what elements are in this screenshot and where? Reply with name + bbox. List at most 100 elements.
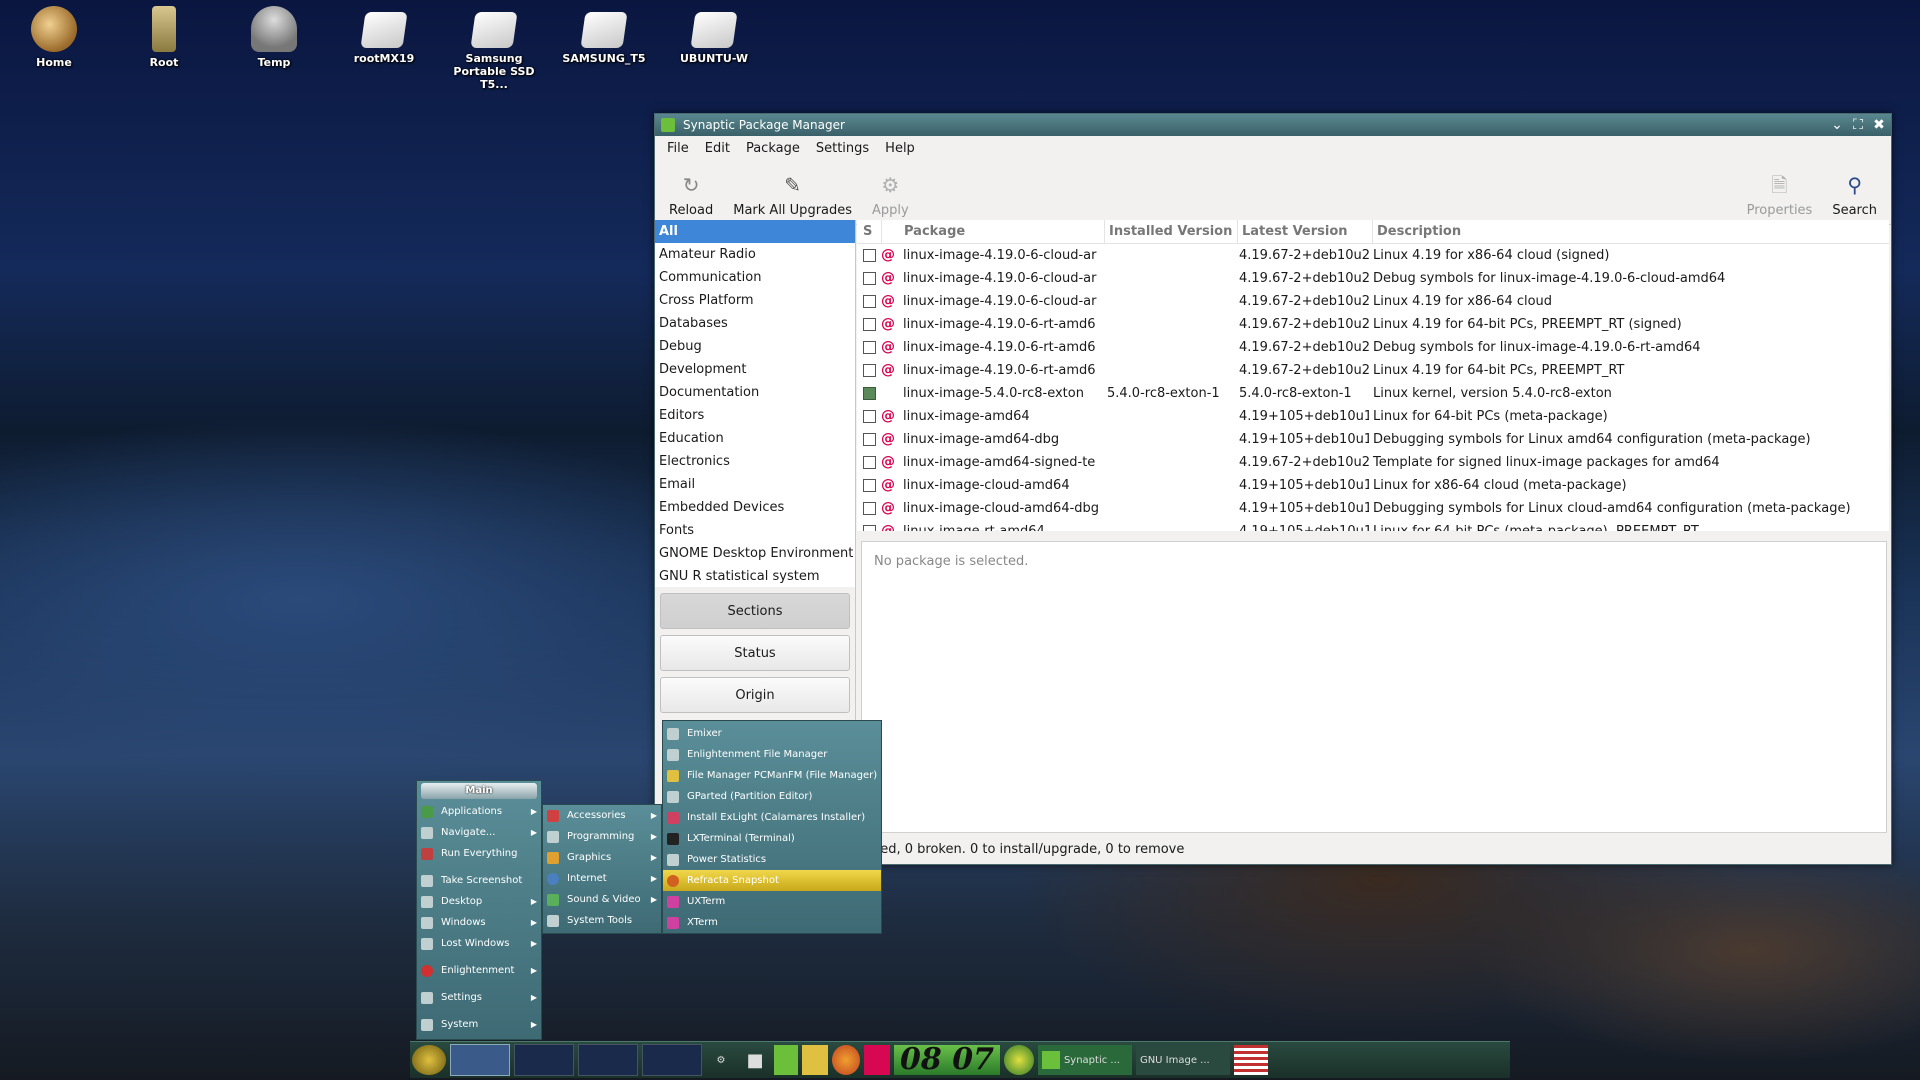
submenu-graphics[interactable]: Graphics ▶ <box>543 847 661 868</box>
package-row[interactable]: @ linux-image-4.19.0-6-cloud-ar 4.19.67-2+… <box>857 267 1889 290</box>
section-item[interactable]: Communication <box>655 266 855 289</box>
maximize-button[interactable]: ⛶ <box>1849 117 1867 133</box>
submenu-sound-video[interactable]: Sound & Video ▶ <box>543 889 661 910</box>
column-installed-version[interactable]: Installed Version <box>1105 220 1238 243</box>
section-item[interactable]: Documentation <box>655 381 855 404</box>
section-item[interactable]: Debug <box>655 335 855 358</box>
package-row[interactable]: @ linux-image-rt-amd64 4.19+105+deb10u1Lin… <box>857 520 1889 531</box>
menu-navigate[interactable]: Navigate... ▶ <box>417 822 541 843</box>
app-xterm[interactable]: XTerm <box>663 912 881 933</box>
menu-applications[interactable]: Applications ▶ <box>417 801 541 822</box>
package-row[interactable]: @ linux-image-4.19.0-6-rt-amd6 4.19.67-2+d… <box>857 336 1889 359</box>
package-row[interactable]: @ linux-image-4.19.0-6-rt-amd6 4.19.67-2+d… <box>857 313 1889 336</box>
package-row[interactable]: @ linux-image-cloud-amd64 4.19+105+deb10u1… <box>857 474 1889 497</box>
app-pcmanfm[interactable]: File Manager PCManFM (File Manager) <box>663 765 881 786</box>
package-row[interactable]: @ linux-image-amd64 4.19+105+deb10u1 Linux … <box>857 405 1889 428</box>
app-power-statistics[interactable]: Power Statistics <box>663 849 881 870</box>
app-lxterminal[interactable]: LXTerminal (Terminal) <box>663 828 881 849</box>
menu-windows[interactable]: Windows ▶ <box>417 912 541 933</box>
app-calamares[interactable]: Install ExLight (Calamares Installer) <box>663 807 881 828</box>
menu-run-everything[interactable]: Run Everything <box>417 843 541 864</box>
task-synaptic[interactable]: Synaptic ... <box>1037 1045 1132 1075</box>
package-row[interactable]: @ linux-image-4.19.0-6-rt-amd6 4.19.67-2+d… <box>857 359 1889 382</box>
package-checkbox[interactable] <box>857 244 881 267</box>
search-button[interactable]: ⚲ Search <box>1822 173 1887 218</box>
section-item[interactable]: Electronics <box>655 450 855 473</box>
submenu-internet[interactable]: Internet ▶ <box>543 868 661 889</box>
title-bar[interactable]: Synaptic Package Manager ⌄ ⛶ ✖ <box>655 114 1891 136</box>
package-checkbox[interactable] <box>857 359 881 382</box>
close-button[interactable]: ✖ <box>1870 117 1888 133</box>
app-efm[interactable]: Enlightenment File Manager <box>663 744 881 765</box>
terminal-launcher-icon[interactable]: ■ <box>740 1045 770 1075</box>
section-item[interactable]: Embedded Devices <box>655 496 855 519</box>
section-item[interactable]: Databases <box>655 312 855 335</box>
section-item[interactable]: Cross Platform <box>655 289 855 312</box>
desktop-icon-rootmx19[interactable]: rootMX19 <box>334 6 434 65</box>
firefox-icon[interactable] <box>832 1045 860 1075</box>
package-row[interactable]: @ linux-image-amd64-signed-te 4.19.67-2+de… <box>857 451 1889 474</box>
minimize-button[interactable]: ⌄ <box>1828 117 1846 133</box>
app-emixer[interactable]: Emixer <box>663 723 881 744</box>
package-checkbox[interactable] <box>857 497 881 520</box>
apply-button[interactable]: ⚙ Apply <box>862 173 919 218</box>
properties-button[interactable]: 🗎 Properties <box>1737 173 1823 218</box>
package-checkbox[interactable] <box>857 267 881 290</box>
package-checkbox[interactable] <box>857 451 881 474</box>
section-item[interactable]: Email <box>655 473 855 496</box>
package-row[interactable]: linux-image-5.4.0-rc8-exton 5.4.0-rc8-ext… <box>857 382 1889 405</box>
package-checkbox[interactable] <box>857 382 881 405</box>
package-checkbox[interactable] <box>857 474 881 497</box>
sections-button[interactable]: Sections <box>660 593 850 629</box>
app-uxterm[interactable]: UXTerm <box>663 891 881 912</box>
column-description[interactable]: Description <box>1373 220 1889 243</box>
menu-lost-windows[interactable]: Lost Windows ▶ <box>417 933 541 954</box>
menu-settings[interactable]: Settings ▶ <box>417 987 541 1008</box>
desktop-icon-samsung-t5[interactable]: SAMSUNG_T5 <box>554 6 654 65</box>
section-item[interactable]: GNU R statistical system <box>655 565 855 587</box>
package-row[interactable]: @ linux-image-cloud-amd64-dbg 4.19+105+deb… <box>857 497 1889 520</box>
package-checkbox[interactable] <box>857 336 881 359</box>
mark-all-upgrades-button[interactable]: ✎ Mark All Upgrades <box>723 173 862 218</box>
pager-desktop-3[interactable] <box>578 1044 638 1076</box>
column-package[interactable]: Package <box>902 220 1105 243</box>
menu-take-screenshot[interactable]: Take Screenshot <box>417 870 541 891</box>
section-item[interactable]: GNOME Desktop Environment <box>655 542 855 565</box>
package-checkbox[interactable] <box>857 290 881 313</box>
column-status[interactable]: S <box>857 220 882 243</box>
menu-desktop[interactable]: Desktop ▶ <box>417 891 541 912</box>
keyboard-layout-flag-icon[interactable] <box>1233 1045 1268 1075</box>
menu-file[interactable]: File <box>659 141 697 156</box>
desktop-icon-temp[interactable]: Temp <box>224 6 324 69</box>
section-item[interactable]: Fonts <box>655 519 855 542</box>
package-row[interactable]: @ linux-image-4.19.0-6-cloud-ar 4.19.67-2+… <box>857 244 1889 267</box>
folder-launcher-icon[interactable] <box>802 1045 828 1075</box>
package-checkbox[interactable] <box>857 313 881 336</box>
desktop-icon-home[interactable]: Home <box>4 6 104 69</box>
package-row[interactable]: @ linux-image-4.19.0-6-cloud-ar 4.19.67-2+… <box>857 290 1889 313</box>
menu-edit[interactable]: Edit <box>697 141 738 156</box>
start-button[interactable] <box>412 1045 446 1075</box>
desktop-icon-samsung-ssd[interactable]: Samsung Portable SSD T5... <box>444 6 544 91</box>
section-item[interactable]: Amateur Radio <box>655 243 855 266</box>
synaptic-launcher-icon[interactable] <box>774 1045 798 1075</box>
weather-icon[interactable] <box>1003 1045 1034 1075</box>
debian-icon[interactable] <box>864 1045 890 1075</box>
package-checkbox[interactable] <box>857 428 881 451</box>
launcher-icon[interactable]: ⚙ <box>706 1045 736 1075</box>
section-item[interactable]: Editors <box>655 404 855 427</box>
menu-system[interactable]: System ▶ <box>417 1014 541 1035</box>
menu-package[interactable]: Package <box>738 141 808 156</box>
clock[interactable]: 08 07 <box>894 1045 1000 1075</box>
submenu-system-tools[interactable]: System Tools <box>543 910 661 931</box>
section-item[interactable]: Education <box>655 427 855 450</box>
task-gnu-image[interactable]: GNU Image ... <box>1135 1045 1230 1075</box>
column-latest-version[interactable]: Latest Version <box>1238 220 1373 243</box>
section-item[interactable]: Development <box>655 358 855 381</box>
menu-help[interactable]: Help <box>877 141 923 156</box>
package-row[interactable]: @ linux-image-amd64-dbg 4.19+105+deb10u1 De… <box>857 428 1889 451</box>
status-button[interactable]: Status <box>660 635 850 671</box>
pager-desktop-1[interactable] <box>450 1044 510 1076</box>
reload-button[interactable]: ↻ Reload <box>659 173 723 218</box>
menu-settings[interactable]: Settings <box>808 141 877 156</box>
